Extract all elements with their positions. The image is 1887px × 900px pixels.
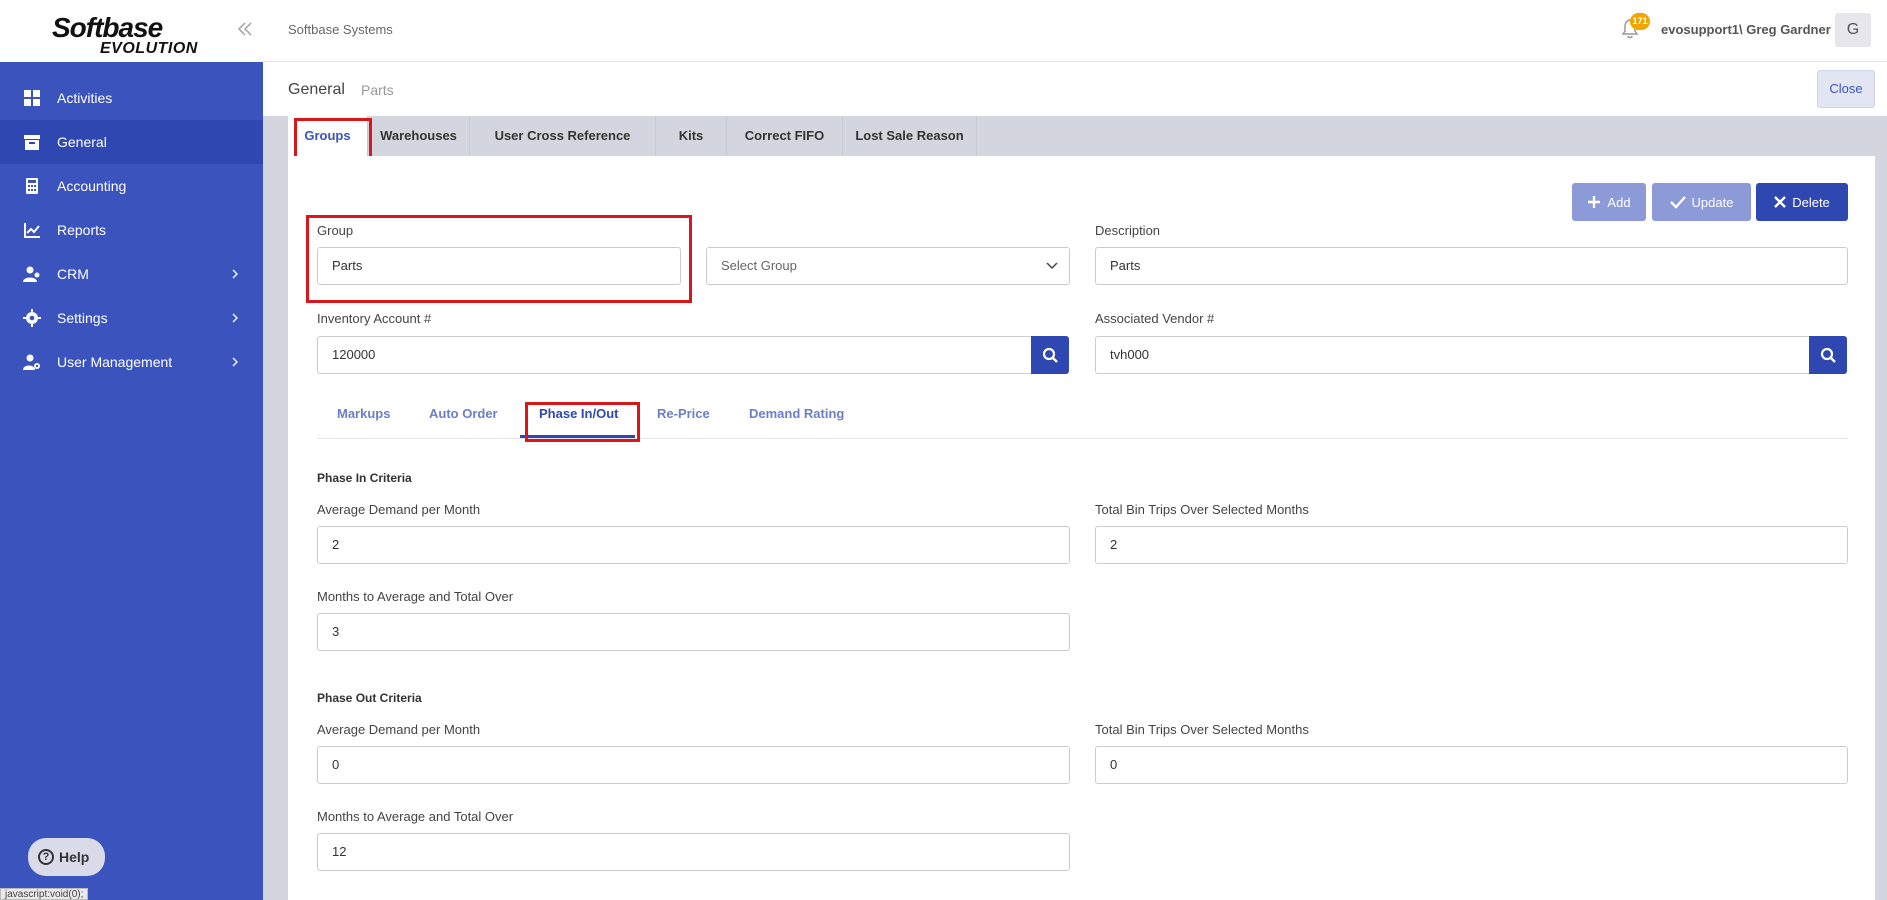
subtab-re-price[interactable]: Re-Price [657, 406, 710, 421]
sidebar-item-label: General [57, 134, 107, 150]
phase-in-months-input[interactable]: 3 [317, 613, 1070, 651]
sidebar-item-general[interactable]: General [0, 120, 263, 164]
select-group-value: Select Group [721, 258, 797, 273]
phase-out-avg-input[interactable]: 0 [317, 746, 1070, 784]
status-url: javascript:void(0); [0, 888, 89, 900]
subtab-markups[interactable]: Markups [337, 406, 390, 421]
inventory-account-input[interactable]: 120000 [317, 336, 1032, 374]
logo-area: Softbase EVOLUTION [0, 0, 263, 62]
close-button[interactable]: Close [1817, 70, 1875, 108]
sidebar-item-reports[interactable]: Reports [0, 208, 263, 252]
sidebar-item-user-management[interactable]: User Management [0, 340, 263, 384]
highlight-box [525, 402, 640, 442]
phase-in-title: Phase In Criteria [317, 471, 412, 485]
phase-in-avg-input[interactable]: 2 [317, 526, 1070, 564]
gear-icon [23, 309, 41, 327]
question-icon: ? [38, 849, 54, 865]
tab-correct-fifo[interactable]: Correct FIFO [727, 116, 843, 156]
subtab-auto-order[interactable]: Auto Order [429, 406, 498, 421]
phase-out-bin-input[interactable]: 0 [1095, 746, 1848, 784]
chevron-right-icon [232, 269, 238, 279]
description-label: Description [1095, 223, 1161, 238]
sidebar-item-activities[interactable]: Activities [0, 76, 263, 120]
search-icon [1820, 347, 1836, 363]
sidebar-item-crm[interactable]: CRM [0, 252, 263, 296]
notification-badge: 171 [1630, 13, 1650, 30]
user-name[interactable]: evosupport1\ Greg Gardner [1661, 22, 1831, 37]
phase-in-bin-label: Total Bin Trips Over Selected Months [1095, 502, 1309, 517]
add-button[interactable]: Add [1572, 183, 1646, 221]
sidebar-item-label: Activities [57, 90, 113, 106]
description-input[interactable]: Parts [1095, 247, 1848, 285]
phase-out-title: Phase Out Criteria [317, 691, 422, 705]
tab-warehouses[interactable]: Warehouses [368, 116, 470, 156]
sidebar-item-label: User Management [57, 354, 173, 370]
add-label: Add [1607, 194, 1631, 210]
update-label: Update [1691, 194, 1734, 210]
sidebar: Softbase EVOLUTION Activities General Ac… [0, 0, 263, 900]
associated-vendor-input[interactable]: tvh000 [1095, 336, 1810, 374]
page-subtitle: Parts [361, 82, 394, 98]
chart-icon [24, 223, 40, 238]
vendor-search-button[interactable] [1809, 336, 1847, 374]
phase-out-bin-label: Total Bin Trips Over Selected Months [1095, 722, 1309, 737]
close-icon [1774, 196, 1787, 208]
plus-icon [1588, 196, 1601, 208]
sidebar-item-settings[interactable]: Settings [0, 296, 263, 340]
company-name: Softbase Systems [288, 22, 393, 37]
phase-in-months-label: Months to Average and Total Over [317, 589, 514, 604]
inventory-search-button[interactable] [1031, 336, 1069, 374]
sidebar-item-label: Reports [57, 222, 107, 238]
tab-user-cross-reference[interactable]: User Cross Reference [470, 116, 656, 156]
top-bar: Softbase Systems 171 evosupport1\ Greg G… [263, 0, 1887, 62]
tab-kits[interactable]: Kits [656, 116, 727, 156]
sidebar-item-label: Accounting [57, 178, 127, 194]
grid-icon [24, 90, 40, 106]
collapse-sidebar-icon[interactable] [236, 20, 254, 40]
inventory-account-label: Inventory Account # [317, 311, 432, 326]
phase-in-avg-label: Average Demand per Month [317, 502, 481, 517]
chevron-down-icon [1046, 262, 1058, 270]
archive-icon [24, 135, 40, 150]
delete-label: Delete [1792, 194, 1830, 210]
users-icon [23, 266, 40, 282]
help-button[interactable]: ? Help [28, 838, 105, 876]
phase-in-bin-input[interactable]: 2 [1095, 526, 1848, 564]
sidebar-item-accounting[interactable]: Accounting [0, 164, 263, 208]
select-group-dropdown[interactable]: Select Group [706, 247, 1070, 285]
update-button[interactable]: Update [1652, 183, 1751, 221]
logo-line2: EVOLUTION [100, 40, 198, 57]
calculator-icon [26, 178, 38, 194]
chevron-right-icon [232, 357, 238, 367]
user-gear-icon [23, 354, 40, 370]
page-header: General Parts Close [263, 62, 1887, 116]
search-icon [1042, 347, 1058, 363]
sidebar-item-label: Settings [57, 310, 108, 326]
associated-vendor-label: Associated Vendor # [1095, 311, 1215, 326]
phase-out-months-input[interactable]: 12 [317, 833, 1070, 871]
subtab-demand-rating[interactable]: Demand Rating [749, 406, 844, 421]
highlight-box [306, 215, 692, 303]
phase-out-avg-label: Average Demand per Month [317, 722, 481, 737]
tab-lost-sale-reason[interactable]: Lost Sale Reason [843, 116, 977, 156]
check-icon [1669, 196, 1686, 209]
tab-bar: Groups Warehouses User Cross Reference K… [288, 116, 1875, 156]
chevron-right-icon [232, 313, 238, 323]
logo[interactable]: Softbase EVOLUTION [52, 12, 202, 58]
avatar[interactable]: G [1835, 13, 1871, 47]
sidebar-item-label: CRM [57, 266, 89, 282]
phase-out-months-label: Months to Average and Total Over [317, 809, 514, 824]
page-title: General [288, 81, 345, 98]
delete-button[interactable]: Delete [1756, 183, 1848, 221]
help-label: Help [59, 849, 90, 865]
